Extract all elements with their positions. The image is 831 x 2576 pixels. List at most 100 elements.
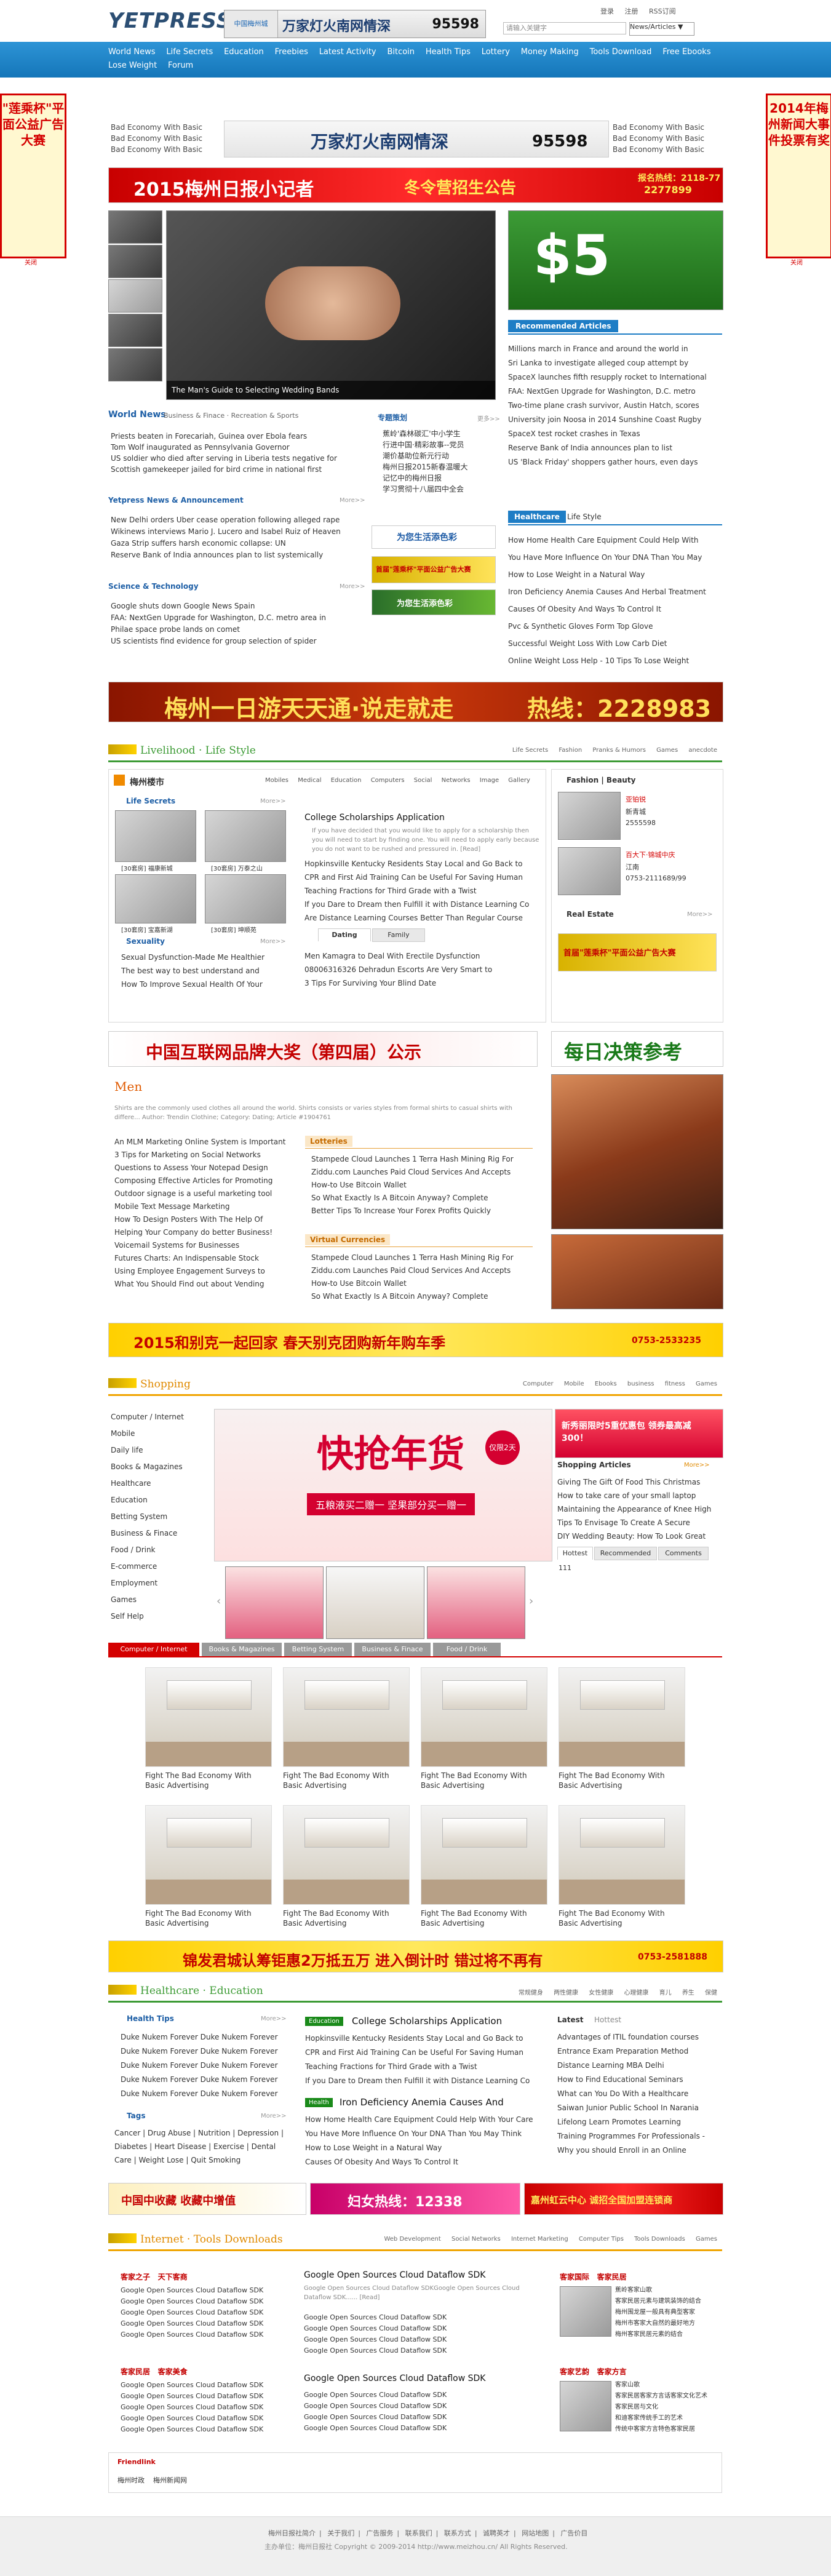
world-news-title[interactable]: World News xyxy=(108,410,166,420)
home-label[interactable]: [30套房] 福康新城 xyxy=(121,863,173,872)
list-item[interactable]: 梅州客家民居元素的结合 xyxy=(615,2329,720,2340)
left-float-ad[interactable]: "莲乘杯"平面公益广告大赛 xyxy=(0,94,66,258)
footer-link[interactable]: 网站地图 xyxy=(522,2529,549,2537)
tab-family[interactable]: Family xyxy=(372,928,425,942)
list-item[interactable]: Google Open Sources Cloud Dataflow SDK xyxy=(121,2391,290,2402)
tab-mobiles[interactable]: Mobiles xyxy=(265,777,288,784)
carousel-prev-icon[interactable]: ‹ xyxy=(217,1595,221,1608)
list-item[interactable]: Google Open Sources Cloud Dataflow SDK xyxy=(121,2402,290,2413)
login-link[interactable]: 登录 xyxy=(600,7,614,15)
tab-latest[interactable]: Latest xyxy=(557,2016,584,2024)
header-banner-ad[interactable]: 中国梅州城 万家灯火南网情深 95598 xyxy=(224,10,486,38)
group-link[interactable]: 客家美食 xyxy=(158,2367,188,2376)
section-nav-link[interactable]: business xyxy=(627,1381,654,1387)
women-hotline-banner[interactable]: 妇女热线：12338 xyxy=(310,2183,520,2215)
nav-item[interactable]: Tools Download xyxy=(590,46,652,59)
home-label[interactable]: [30套房] 宝嘉新湖 xyxy=(121,925,173,934)
section-nav-link[interactable]: Internet Marketing xyxy=(511,2236,568,2243)
group-link[interactable]: 客家民居 xyxy=(121,2367,150,2376)
footer-link[interactable]: 联系我们 xyxy=(405,2529,432,2537)
product-card[interactable]: Fight The Bad Economy With Basic Adverti… xyxy=(559,1667,685,1796)
article-thumb[interactable] xyxy=(560,2286,611,2337)
nav-item[interactable]: Latest Activity xyxy=(319,46,376,59)
list-item[interactable]: How to take care of your small laptop xyxy=(557,1489,722,1502)
product-card[interactable]: Fight The Bad Economy With Basic Adverti… xyxy=(421,1667,547,1796)
list-item[interactable]: 3 Tips For Surviving Your Blind Date xyxy=(304,976,538,990)
list-item[interactable]: Pvc & Synthetic Gloves Form Top Glove xyxy=(508,618,722,635)
category-item[interactable]: Daily life xyxy=(111,1442,210,1459)
sub-tab[interactable]: Betting System xyxy=(284,1643,352,1656)
category-item[interactable]: Food / Drink xyxy=(111,1542,210,1558)
shop-name[interactable]: 百大下·锦城中庆 xyxy=(626,850,675,859)
carousel-thumb[interactable] xyxy=(225,1566,324,1639)
category-item[interactable]: Healthcare xyxy=(111,1475,210,1492)
lotteries-title[interactable]: Lotteries xyxy=(305,1136,352,1147)
list-item[interactable]: How To Design Posters With The Help Of xyxy=(114,1213,299,1226)
more-link[interactable]: More>> xyxy=(260,938,286,945)
list-item[interactable]: 3 Tips for Marketing on Social Networks xyxy=(114,1149,299,1162)
category-item[interactable]: Computer / Internet xyxy=(111,1409,210,1426)
list-item[interactable]: Google Open Sources Cloud Dataflow SDK xyxy=(304,2401,535,2412)
list-item[interactable]: Reserve Bank of India announces plan to … xyxy=(508,441,722,455)
tab-computers[interactable]: Computers xyxy=(371,777,405,784)
list-item[interactable]: Millions march in France and around the … xyxy=(508,342,722,356)
section-nav-link[interactable]: Games xyxy=(696,2236,717,2243)
list-item[interactable]: University join Noosa in 2014 Sunshine C… xyxy=(508,413,722,427)
list-item[interactable]: 蕉岭客家山歌 xyxy=(615,2285,720,2296)
list-item[interactable]: Duke Nukem Forever Duke Nukem Forever xyxy=(121,2073,287,2087)
section-nav-link[interactable]: 育儿 xyxy=(659,1990,672,1996)
list-item[interactable]: You Have More Influence On Your DNA Than… xyxy=(508,549,722,566)
money-image[interactable]: $5 xyxy=(508,210,723,310)
footer-link[interactable]: 诚聘英才 xyxy=(483,2529,510,2537)
product-caption[interactable]: Fight The Bad Economy With Basic Adverti… xyxy=(559,1908,684,1928)
nav-item[interactable]: Education xyxy=(224,46,264,59)
list-item[interactable]: So What Exactly Is A Bitcoin Anyway? Com… xyxy=(311,1192,533,1205)
list-item[interactable]: 蕉岭'森林碳汇'中小学生 xyxy=(383,428,499,439)
list-item[interactable]: New Delhi orders Uber cease operation fo… xyxy=(111,514,365,526)
list-item[interactable]: Reserve Bank of India announces plan to … xyxy=(111,549,365,561)
list-item[interactable]: DIY Wedding Beauty: How To Look Great xyxy=(557,1529,722,1543)
list-item[interactable]: US scientists find evidence for group se… xyxy=(111,636,365,647)
nav-item[interactable]: World News xyxy=(108,46,156,59)
home-photo[interactable] xyxy=(115,810,196,862)
footer-link[interactable]: 广告服务 xyxy=(366,2529,393,2537)
list-item[interactable]: Google Open Sources Cloud Dataflow SDK xyxy=(121,2318,290,2329)
list-item[interactable]: Google Open Sources Cloud Dataflow SDK xyxy=(304,2323,535,2334)
group-link[interactable]: 客家国际 xyxy=(560,2273,589,2281)
list-item[interactable]: Saiwan Junior Public School In Narania xyxy=(557,2101,722,2115)
nav-item[interactable]: Free Ebooks xyxy=(662,46,710,59)
tab-hottest[interactable]: Hottest xyxy=(557,1547,593,1560)
more-link[interactable]: More>> xyxy=(261,2016,287,2022)
list-item[interactable]: 客家山歌 xyxy=(615,2380,720,2391)
list-item[interactable]: Hopkinsville Kentucky Residents Stay Loc… xyxy=(304,857,538,871)
list-item[interactable]: Wikinews interviews Mario J. Lucero and … xyxy=(111,526,365,538)
list-item[interactable]: Training Programmes For Professionals - xyxy=(557,2129,722,2143)
list-item[interactable]: Tom Wolf inaugurated as Pennsylvania Gov… xyxy=(111,442,365,453)
section-nav-link[interactable]: 常规健身 xyxy=(519,1990,543,1996)
footer-link[interactable]: 广告价目 xyxy=(560,2529,587,2537)
section-nav-link[interactable]: anecdote xyxy=(688,747,717,754)
section-nav-link[interactable]: 女性健康 xyxy=(589,1990,613,1996)
list-item[interactable]: What You Should Find out about Vending xyxy=(114,1278,299,1291)
right-float-ad[interactable]: 2014年梅州新闻大事件投票有奖 xyxy=(766,94,831,258)
list-item[interactable]: Google Open Sources Cloud Dataflow SDK xyxy=(304,2412,535,2423)
section-nav-link[interactable]: Games xyxy=(696,1381,717,1387)
more-link[interactable]: More>> xyxy=(340,583,365,590)
tab-healthcare[interactable]: Healthcare xyxy=(508,511,566,523)
sub-tab[interactable]: Food / Drink xyxy=(433,1643,501,1656)
section-nav-link[interactable]: Fashion xyxy=(559,747,582,754)
nav-item[interactable]: Freebies xyxy=(275,46,308,59)
list-item[interactable]: 传统中客家方言特色客家民居 xyxy=(615,2424,720,2435)
list-item[interactable]: US 'Black Friday' shoppers gather hours,… xyxy=(508,455,722,469)
list-item[interactable]: 和迪客家传统手工的艺术 xyxy=(615,2413,720,2424)
nav-item[interactable]: Bitcoin xyxy=(387,46,415,59)
list-item[interactable]: Stampede Cloud Launches 1 Terra Hash Min… xyxy=(311,1153,533,1166)
list-item[interactable]: Why you should Enroll in an Online xyxy=(557,2143,722,2158)
list-item[interactable]: Futures Charts: An Indispensable Stock xyxy=(114,1252,299,1265)
real-estate-ad[interactable]: 首届"莲乘杯"平面公益广告大赛 xyxy=(558,933,717,971)
virtual-title[interactable]: Virtual Currencies xyxy=(305,1234,391,1245)
group-link[interactable]: 客家之子 xyxy=(121,2273,150,2281)
article-thumb[interactable] xyxy=(560,2381,611,2431)
tab-medical[interactable]: Medical xyxy=(298,777,321,784)
list-item[interactable]: Are Distance Learning Courses Better Tha… xyxy=(304,911,538,925)
